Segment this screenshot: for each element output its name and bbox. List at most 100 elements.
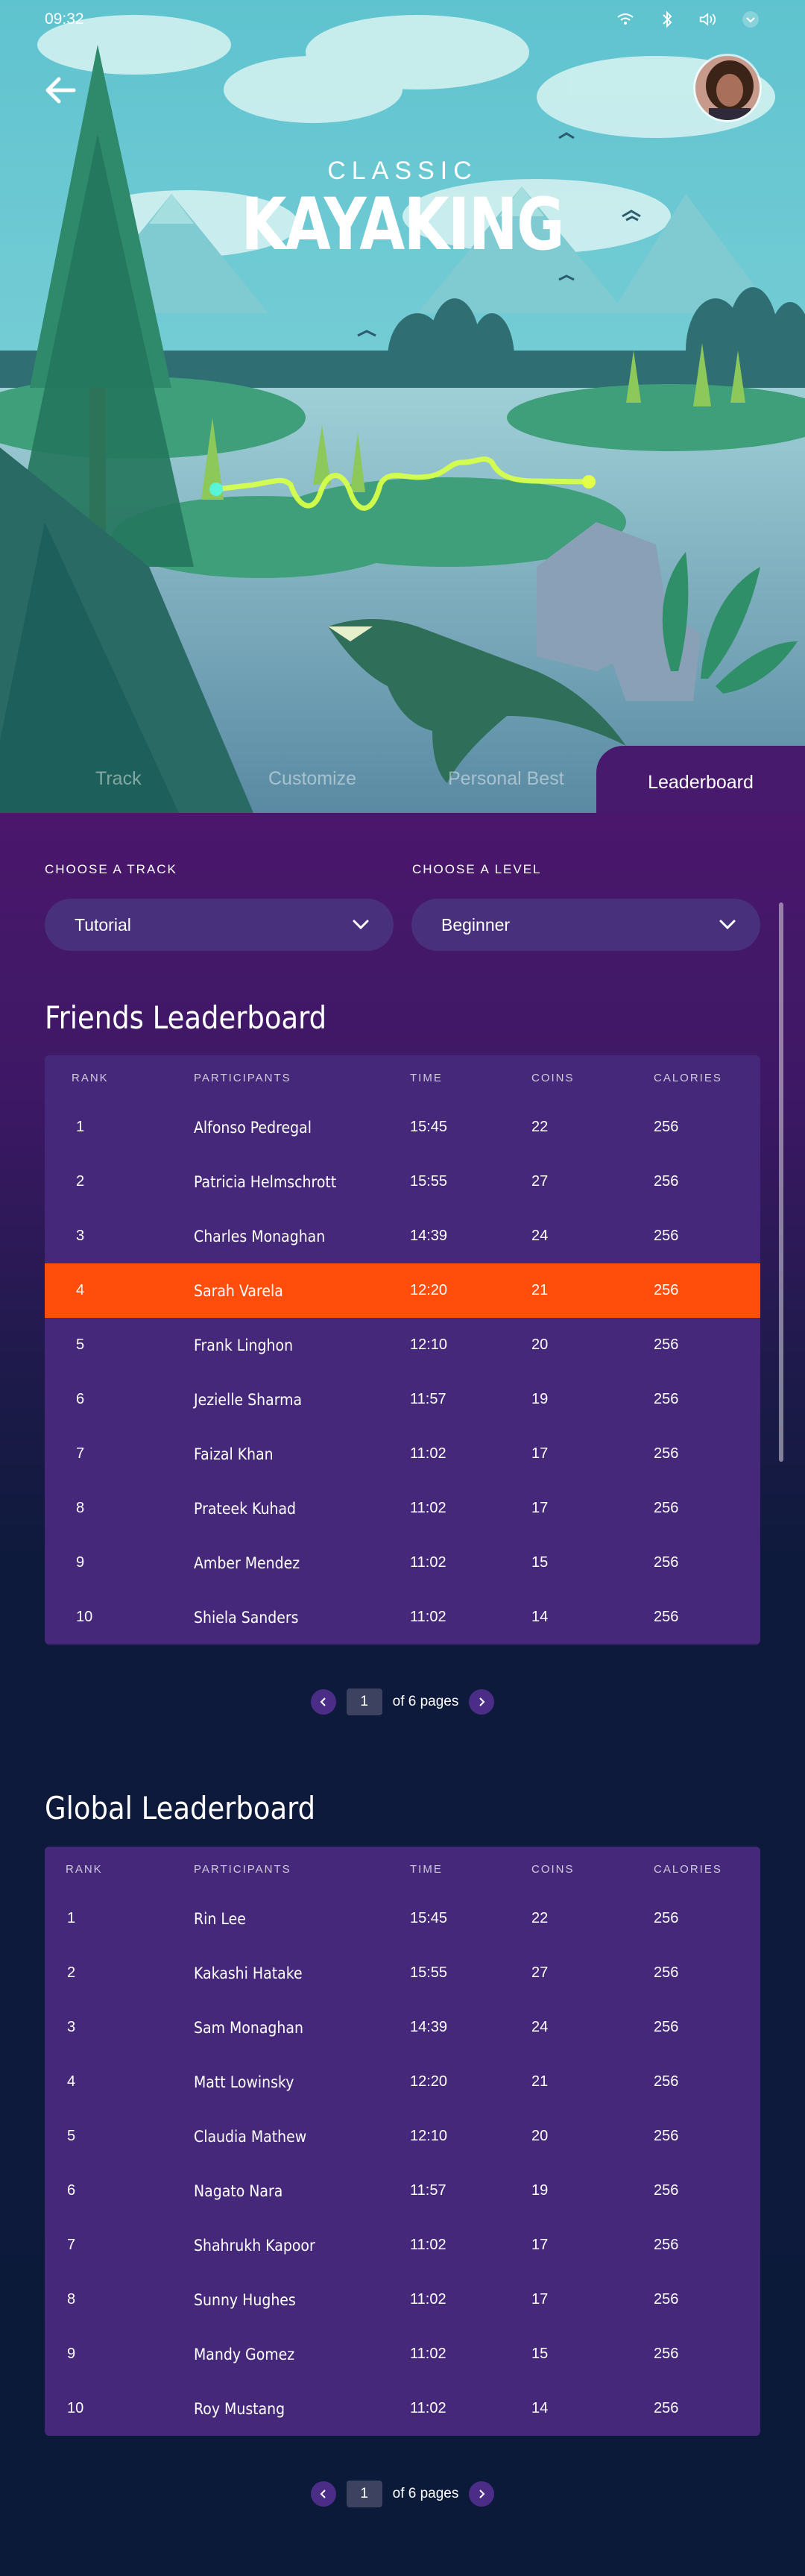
tab-customize[interactable]: Customize [268,768,356,790]
coins-cell: 24 [531,1228,549,1244]
table-row[interactable]: 2 Patricia Helmschrott 15:55 27 256 [45,1155,760,1209]
rank-cell: 7 [67,2237,76,2253]
participant-name-cell: Prateek Kuhad [194,1499,297,1518]
coins-cell: 19 [531,2182,549,2199]
table-row[interactable]: 5 Frank Linghon 12:10 20 256 [45,1318,760,1372]
rank-cell: 8 [67,2291,76,2308]
coins-cell: 22 [531,1910,549,1926]
time-cell: 11:02 [410,2400,446,2416]
calories-cell: 256 [654,1445,679,1462]
participant-name-cell: Kakashi Hatake [194,1964,303,1982]
coins-cell: 14 [531,2400,549,2416]
level-select[interactable]: Beginner [411,899,760,951]
time-cell: 15:45 [410,1910,448,1926]
calories-cell: 256 [654,1964,679,1981]
participant-name-cell: Faizal Khan [194,1445,274,1463]
coins-cell: 21 [531,1282,549,1298]
participant-name-cell: Alfonso Pedregal [194,1118,312,1137]
chevron-left-icon[interactable] [310,2481,336,2507]
chevron-left-icon[interactable] [310,1689,336,1715]
page-number-input[interactable]: 1 [346,1688,382,1715]
calories-cell: 256 [654,2400,679,2416]
time-cell: 11:02 [410,2291,446,2308]
table-row[interactable]: 7 Faizal Khan 11:02 17 256 [45,1427,760,1481]
table-row[interactable]: 6 Nagato Nara 11:57 19 256 [45,2164,760,2218]
table-row[interactable]: 1 Rin Lee 15:45 22 256 [45,1891,760,1946]
participant-name-cell: Claudia Mathew [194,2127,307,2146]
calories-cell: 256 [654,2019,679,2035]
table-row[interactable]: 3 Sam Monaghan 14:39 24 256 [45,2000,760,2055]
rank-cell: 1 [76,1119,85,1135]
chevron-right-icon[interactable] [469,1689,495,1715]
track-select[interactable]: Tutorial [45,899,394,951]
coins-cell: 24 [531,2019,549,2035]
participants-column-header: PARTICIPANTS [194,1071,291,1084]
time-cell: 14:39 [410,1228,448,1244]
coins-cell: 17 [531,2237,549,2253]
tab-personal-best[interactable]: Personal Best [448,768,564,790]
hero-banner: 09:32 CLASSIC KAYAKING Track Customize P… [0,0,805,813]
time-cell: 12:20 [410,1282,448,1298]
game-title: CLASSIC KAYAKING [0,157,805,260]
table-row[interactable]: 5 Claudia Mathew 12:10 20 256 [45,2109,760,2164]
avatar[interactable] [693,54,762,122]
participant-name-cell: Shiela Sanders [194,1608,299,1627]
time-cell: 11:02 [410,1445,446,1462]
rank-cell: 9 [67,2346,76,2362]
table-row[interactable]: 9 Mandy Gomez 11:02 15 256 [45,2327,760,2381]
participant-name-cell: Mandy Gomez [194,2345,295,2363]
status-time: 09:32 [45,10,84,28]
rank-cell: 7 [76,1445,85,1462]
global-leaderboard-table: RANK PARTICIPANTS TIME COINS CALORIES 1 R… [45,1847,760,2436]
status-bar: 09:32 [0,0,805,39]
table-row[interactable]: 10 Roy Mustang 11:02 14 256 [45,2381,760,2436]
table-row[interactable]: 2 Kakashi Hatake 15:55 27 256 [45,1946,760,2000]
table-row[interactable]: 1 Alfonso Pedregal 15:45 22 256 [45,1100,760,1155]
table-row[interactable]: 4 Sarah Varela 12:20 21 256 [45,1263,760,1318]
calories-cell: 256 [654,1500,679,1516]
table-row[interactable]: 8 Sunny Hughes 11:02 17 256 [45,2272,760,2327]
table-row[interactable]: 7 Shahrukh Kapoor 11:02 17 256 [45,2218,760,2272]
calories-cell: 256 [654,1910,679,1926]
page-count-text: of 6 pages [392,1694,459,1709]
calories-column-header: CALORIES [654,1862,722,1876]
track-select-value: Tutorial [75,914,131,934]
time-cell: 15:55 [410,1173,448,1190]
coins-cell: 27 [531,1173,549,1190]
leaderboard-panel: CHOOSE A TRACK CHOOSE A LEVEL Tutorial B… [0,813,805,2576]
calories-cell: 256 [654,1609,679,1625]
table-row[interactable]: 4 Matt Lowinsky 12:20 21 256 [45,2055,760,2109]
coins-cell: 17 [531,2291,549,2308]
time-cell: 15:45 [410,1119,448,1135]
time-cell: 11:02 [410,1554,446,1571]
coins-column-header: COINS [531,1862,575,1876]
rank-cell: 9 [76,1554,85,1571]
rank-cell: 3 [76,1228,85,1244]
table-row[interactable]: 6 Jezielle Sharma 11:57 19 256 [45,1372,760,1427]
chevron-down-icon[interactable] [741,10,760,29]
back-arrow-icon[interactable] [37,67,83,113]
table-header: RANK PARTICIPANTS TIME COINS CALORIES [45,1055,760,1100]
time-cell: 14:39 [410,2019,448,2035]
rank-cell: 5 [76,1336,85,1353]
page-number-input[interactable]: 1 [346,2481,382,2507]
tab-leaderboard[interactable]: Leaderboard [596,746,805,813]
table-row[interactable]: 8 Prateek Kuhad 11:02 17 256 [45,1481,760,1536]
time-cell: 12:10 [410,2128,448,2144]
table-row[interactable]: 9 Amber Mendez 11:02 15 256 [45,1536,760,1590]
time-cell: 15:55 [410,1964,448,1981]
calories-cell: 256 [654,1554,679,1571]
rank-cell: 2 [67,1964,76,1981]
calories-cell: 256 [654,1228,679,1244]
global-pagination: 1 of 6 pages [0,2479,805,2509]
tab-track[interactable]: Track [95,768,142,790]
participant-name-cell: Matt Lowinsky [194,2073,294,2091]
chevron-right-icon[interactable] [469,2481,495,2507]
coins-cell: 15 [531,1554,549,1571]
table-row[interactable]: 3 Charles Monaghan 14:39 24 256 [45,1209,760,1263]
scrollbar[interactable] [779,902,783,1462]
participant-name-cell: Shahrukh Kapoor [194,2236,315,2255]
wifi-icon [616,10,635,29]
table-row[interactable]: 10 Shiela Sanders 11:02 14 256 [45,1590,760,1644]
coins-cell: 22 [531,1119,549,1135]
